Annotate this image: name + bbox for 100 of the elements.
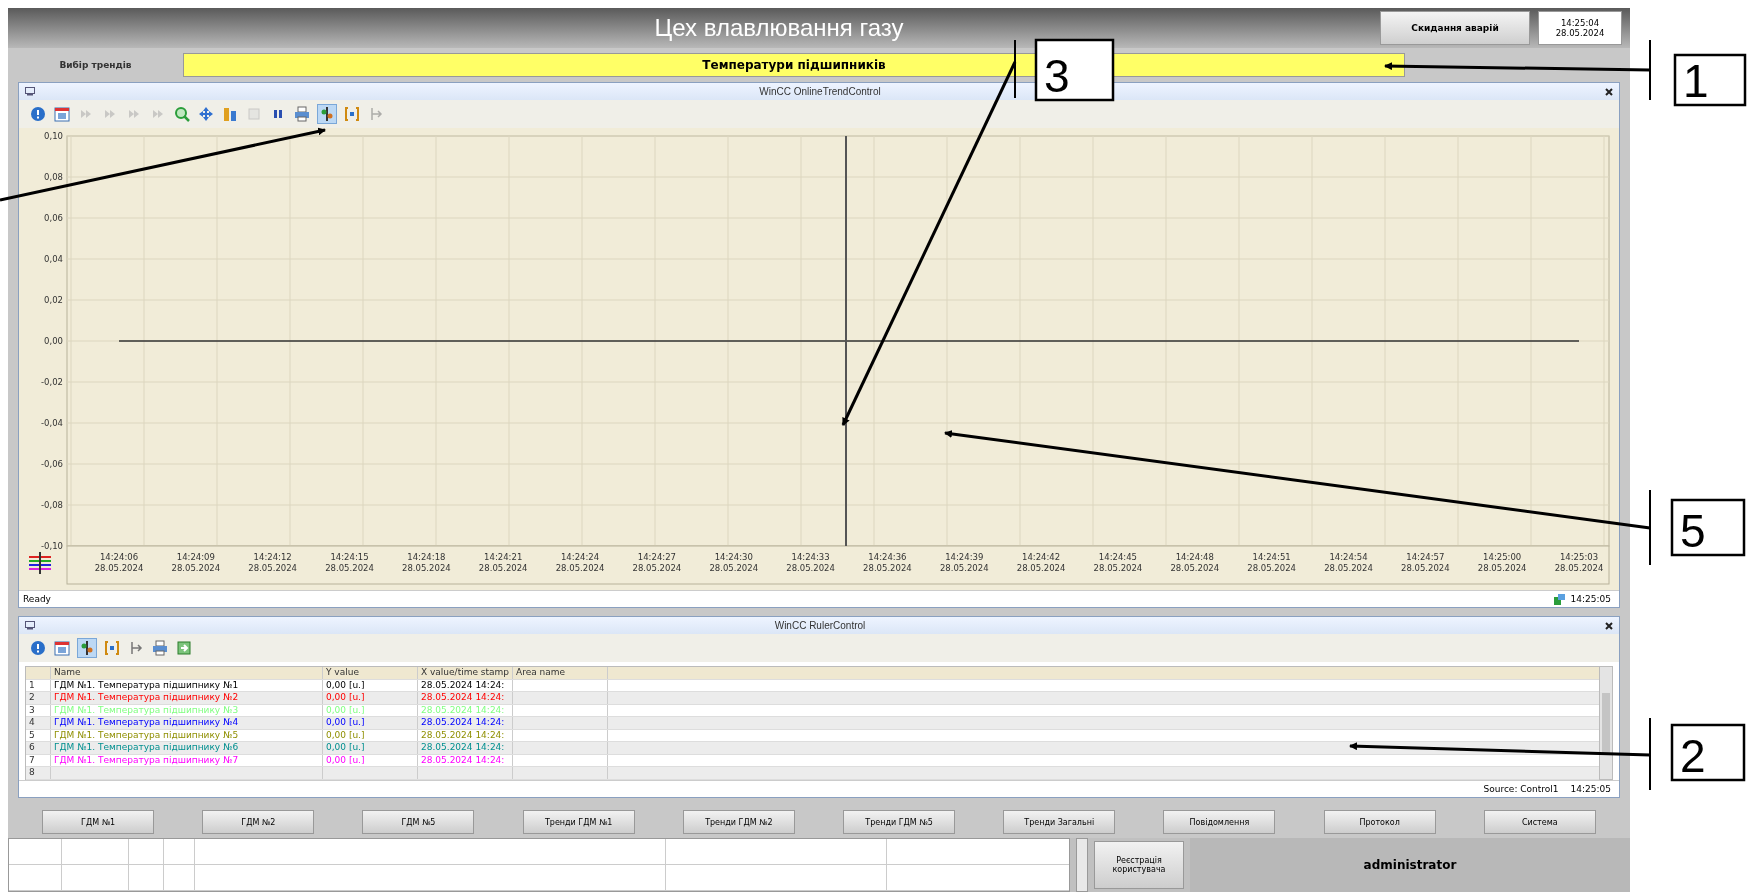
- reset-alarms-button[interactable]: Скидання аварій: [1380, 11, 1530, 45]
- login-button[interactable]: Реєстрація користувача: [1094, 841, 1184, 889]
- table-cell: ГДМ №1. Температура підшипнику №6: [51, 742, 323, 754]
- x-tick-label: 14:24:12 28.05.2024: [248, 552, 297, 573]
- x-tick-label: 14:24:33 28.05.2024: [786, 552, 835, 573]
- close-icon[interactable]: [1605, 87, 1613, 96]
- table-cell: ГДМ №1. Температура підшипнику №2: [51, 692, 323, 704]
- clock-display: 14:25:04 28.05.2024: [1538, 11, 1622, 45]
- x-tick-label: 14:24:45 28.05.2024: [1093, 552, 1143, 573]
- table-cell: ГДМ №1. Температура підшипнику №3: [51, 704, 323, 716]
- nav-button[interactable]: Тренди Загальні: [1003, 810, 1116, 834]
- table-cell: 0,00 [u.]: [323, 704, 418, 716]
- callout-label: 3: [1034, 38, 1115, 102]
- y-tick-label: -0,08: [41, 500, 63, 510]
- user-name: administrator: [1190, 838, 1630, 892]
- legend-icon[interactable]: [29, 552, 51, 574]
- y-tick-label: -0,10: [41, 541, 63, 551]
- table-cell: ГДМ №1. Температура підшипнику №7: [51, 754, 323, 766]
- y-tick-label: 0,02: [44, 295, 63, 305]
- scrollbar[interactable]: [1076, 838, 1088, 892]
- row-number: 8: [26, 767, 51, 779]
- x-tick-label: 14:24:51 28.05.2024: [1247, 552, 1296, 573]
- ruler-icon[interactable]: [317, 104, 337, 124]
- x-tick-label: 14:24:36 28.05.2024: [863, 552, 912, 573]
- table-cell: 28.05.2024 14:24:: [418, 754, 513, 766]
- nav-button[interactable]: ГДМ №5: [362, 810, 475, 834]
- table-cell: ГДМ №1. Температура підшипнику №5: [51, 729, 323, 741]
- x-tick-label: 14:24:48 28.05.2024: [1170, 552, 1220, 573]
- x-tick-label: 14:24:09 28.05.2024: [171, 552, 221, 573]
- x-tick-label: 14:24:06 28.05.2024: [94, 552, 144, 573]
- window-title: Цех влавлювання газу: [653, 14, 905, 42]
- x-tick-label: 14:25:03 28.05.2024: [1554, 552, 1604, 573]
- x-tick-label: 14:24:54 28.05.2024: [1324, 552, 1373, 573]
- x-tick-label: 14:25:00 28.05.2024: [1477, 552, 1527, 573]
- status-text: Ready: [23, 594, 51, 604]
- close-icon[interactable]: [1605, 621, 1613, 630]
- row-number: 4: [26, 717, 51, 729]
- x-tick-label: 14:24:30 28.05.2024: [709, 552, 759, 573]
- export-icon[interactable]: [175, 639, 193, 657]
- y-tick-label: -0,06: [41, 459, 63, 469]
- ruler-icon[interactable]: [77, 638, 97, 658]
- nav-button[interactable]: ГДМ №2: [202, 810, 315, 834]
- y-tick-label: 0,10: [44, 131, 63, 141]
- bars-icon[interactable]: [221, 105, 239, 123]
- x-tick-label: 14:24:39 28.05.2024: [939, 552, 989, 573]
- nav-button[interactable]: Тренди ГДМ №2: [682, 810, 795, 834]
- x-tick-label: 14:24:57 28.05.2024: [1401, 552, 1450, 573]
- table-cell: 0,00 [u.]: [323, 679, 418, 691]
- x-tick-label: 14:24:15 28.05.2024: [325, 552, 374, 573]
- row-number: 3: [26, 704, 51, 716]
- x-tick-label: 14:24:27 28.05.2024: [632, 552, 682, 573]
- table-cell: 0,00 [u.]: [323, 754, 418, 766]
- row-number: 2: [26, 692, 51, 704]
- scrollbar[interactable]: [1599, 667, 1612, 779]
- table-cell: 0,00 [u.]: [323, 742, 418, 754]
- help-icon[interactable]: [29, 639, 47, 657]
- connection-icon: [1553, 593, 1565, 605]
- nav-button[interactable]: Протокол: [1323, 810, 1436, 834]
- x-tick-label: 14:24:42 28.05.2024: [1016, 552, 1066, 573]
- window-title: WinCC RulerControl: [773, 620, 867, 631]
- move-icon[interactable]: [197, 105, 215, 123]
- status-time: 14:25:05: [1570, 594, 1611, 604]
- row-number: 6: [26, 742, 51, 754]
- table-cell: 28.05.2024 14:24:: [418, 704, 513, 716]
- nav-button[interactable]: Тренди ГДМ №1: [522, 810, 635, 834]
- y-tick-label: -0,04: [41, 418, 63, 428]
- print-icon[interactable]: [151, 639, 169, 657]
- column-header[interactable]: X value/time stamp: [418, 667, 513, 679]
- column-header[interactable]: Name: [51, 667, 323, 679]
- window-title: WinCC OnlineTrendControl: [758, 86, 882, 97]
- table-cell: 0,00 [u.]: [323, 717, 418, 729]
- table-cell: 28.05.2024 14:24:: [418, 692, 513, 704]
- y-tick-label: 0,00: [44, 336, 63, 346]
- row-number: 1: [26, 679, 51, 691]
- row-number: 5: [26, 729, 51, 741]
- table-cell: 28.05.2024 14:24:: [418, 742, 513, 754]
- window-icon: [25, 621, 35, 630]
- status-time: 14:25:05: [1570, 784, 1611, 794]
- calendar-icon[interactable]: [53, 639, 71, 657]
- calendar-icon[interactable]: [53, 105, 71, 123]
- nav-button[interactable]: ГДМ №1: [42, 810, 155, 834]
- x-tick-label: 14:24:24 28.05.2024: [555, 552, 605, 573]
- help-icon[interactable]: [29, 105, 47, 123]
- table-cell: 0,00 [u.]: [323, 692, 418, 704]
- trend-select-label: Вибір трендів: [58, 60, 133, 70]
- print-icon[interactable]: [293, 105, 311, 123]
- callout-label: 5: [1670, 498, 1746, 557]
- table-cell: 0,00 [u.]: [323, 729, 418, 741]
- zoom-icon[interactable]: [173, 105, 191, 123]
- nav-button[interactable]: Система: [1483, 810, 1596, 834]
- column-header[interactable]: Area name: [513, 667, 608, 679]
- row-number: 7: [26, 754, 51, 766]
- y-tick-label: 0,04: [44, 254, 63, 264]
- nav-button[interactable]: Повідомлення: [1163, 810, 1276, 834]
- column-header[interactable]: Y value: [323, 667, 418, 679]
- bracket-icon[interactable]: [103, 639, 121, 657]
- window-icon: [25, 87, 35, 96]
- y-tick-label: 0,08: [44, 172, 63, 182]
- nav-button[interactable]: Тренди ГДМ №5: [843, 810, 956, 834]
- bracket-icon[interactable]: [343, 105, 361, 123]
